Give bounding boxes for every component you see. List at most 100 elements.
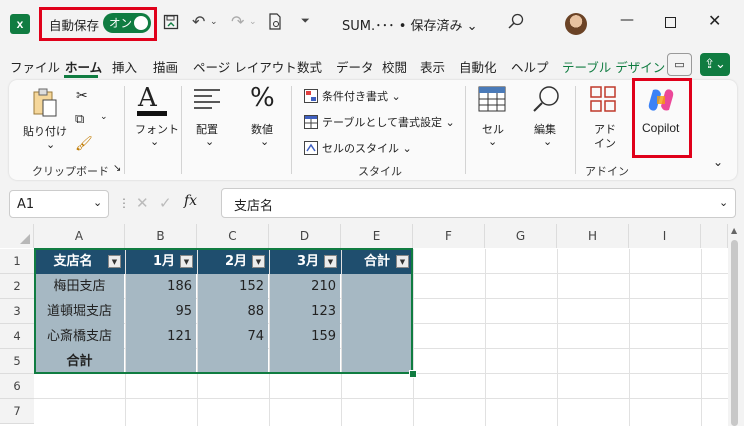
column-header-f[interactable]: F [413, 224, 485, 248]
paste-label: 貼り付け [23, 125, 67, 138]
column-header-i[interactable]: I [629, 224, 701, 248]
share-button[interactable]: ⇪⌄ [700, 53, 730, 76]
format-as-table-icon[interactable] [304, 114, 318, 133]
redo-dropdown-icon[interactable]: ⌄ [249, 17, 257, 27]
paste-icon[interactable] [32, 88, 58, 122]
more-options-icon[interactable]: ⋮ [118, 196, 130, 210]
copy-icon[interactable]: ⧉ [75, 112, 84, 127]
column-header-d[interactable]: D [269, 224, 341, 248]
copilot-label[interactable]: Copilot [642, 121, 679, 135]
clipboard-launcher-icon[interactable]: ↘ [113, 163, 121, 174]
undo-icon[interactable]: ↶ [192, 12, 205, 31]
copy-dropdown-icon[interactable]: ⌄ [100, 112, 108, 122]
minimize-icon[interactable]: — [620, 12, 634, 28]
redo-icon[interactable]: ↷ [231, 12, 244, 31]
column-header-g[interactable]: G [485, 224, 557, 248]
format-as-table-button[interactable]: テーブルとして書式設定 ⌄ [322, 114, 455, 130]
group-styles-label: スタイル [358, 165, 402, 178]
separator [291, 86, 292, 174]
row-header-4[interactable]: 4 [0, 324, 34, 349]
separator [124, 86, 125, 174]
gridline [413, 249, 414, 426]
copilot-icon[interactable] [647, 86, 675, 118]
separator [465, 86, 466, 174]
tab-insert[interactable]: 挿入 [112, 57, 137, 76]
column-header-b[interactable]: B [125, 224, 197, 248]
customize-toolbar-icon[interactable]: ⏷ [301, 14, 310, 28]
maximize-icon[interactable] [665, 16, 676, 32]
row-header-5[interactable]: 5 [0, 349, 34, 374]
conditional-format-icon[interactable] [304, 88, 318, 107]
insert-function-icon[interactable]: fx [184, 193, 197, 209]
name-box-value: A1 [17, 197, 35, 212]
font-dropdown-icon[interactable]: ⌄ [150, 135, 159, 148]
addins-label-2: イン [594, 137, 616, 150]
fill-handle[interactable] [409, 370, 417, 378]
alignment-icon[interactable] [193, 88, 221, 116]
alignment-dropdown-icon[interactable]: ⌄ [205, 135, 214, 148]
user-avatar[interactable] [565, 13, 587, 35]
tab-formulas[interactable]: 数式 [297, 57, 322, 76]
tab-data[interactable]: データ [336, 57, 374, 76]
addins-icon[interactable] [590, 86, 616, 116]
close-icon[interactable]: ✕ [708, 11, 721, 30]
tab-home[interactable]: ホーム [65, 57, 102, 76]
autosave-toggle-label: オン [109, 16, 132, 30]
scroll-up-icon[interactable]: ▲ [731, 226, 737, 235]
row-header-2[interactable]: 2 [0, 274, 34, 299]
cells-icon[interactable] [478, 86, 506, 116]
tab-help[interactable]: ヘルプ [511, 57, 549, 76]
gridline [629, 249, 630, 426]
formula-input[interactable] [221, 188, 736, 218]
tab-automate[interactable]: 自動化 [459, 57, 497, 76]
confirm-entry-icon[interactable]: ✓ [159, 194, 172, 212]
search-icon[interactable] [508, 13, 524, 34]
column-header-a[interactable]: A [34, 224, 125, 248]
column-header-e[interactable]: E [341, 224, 413, 248]
paste-dropdown-icon[interactable]: ⌄ [46, 138, 55, 151]
collapse-ribbon-icon[interactable]: ⌄ [713, 155, 723, 169]
gridline [557, 249, 558, 426]
editing-search-icon[interactable] [532, 85, 560, 117]
tab-view[interactable]: 表示 [420, 57, 445, 76]
cells-dropdown-icon[interactable]: ⌄ [488, 135, 497, 148]
row-header-6[interactable]: 6 [0, 374, 34, 399]
cell-styles-icon[interactable] [304, 140, 318, 159]
print-preview-icon[interactable] [268, 13, 282, 34]
name-box-dropdown-icon[interactable]: ⌄ [93, 196, 102, 209]
tab-review[interactable]: 校閲 [382, 57, 407, 76]
toggle-knob [134, 16, 148, 30]
number-format-icon[interactable]: % [250, 83, 275, 113]
excel-logo-icon: x [10, 14, 30, 34]
separator [575, 86, 576, 174]
conditional-format-button[interactable]: 条件付き書式 ⌄ [322, 88, 401, 104]
active-tab-indicator [64, 75, 98, 78]
row-header-7[interactable]: 7 [0, 399, 34, 424]
comments-button[interactable]: ▭ [667, 53, 692, 76]
cell-styles-button[interactable]: セルのスタイル ⌄ [322, 140, 412, 156]
document-title[interactable]: SUM.･･･ • 保存済み ⌄ [342, 15, 478, 34]
number-dropdown-icon[interactable]: ⌄ [260, 135, 269, 148]
column-header-j[interactable] [701, 224, 728, 248]
row-header-3[interactable]: 3 [0, 299, 34, 324]
cancel-entry-icon[interactable]: ✕ [136, 194, 149, 212]
undo-dropdown-icon[interactable]: ⌄ [210, 17, 218, 27]
group-clipboard-label: クリップボード [32, 165, 109, 178]
expand-formula-icon[interactable]: ⌄ [719, 196, 728, 209]
tab-file[interactable]: ファイル [10, 57, 60, 76]
save-icon[interactable] [163, 14, 179, 34]
autosave-label: 自動保存 [49, 18, 100, 33]
row-header-1[interactable]: 1 [0, 249, 34, 274]
column-header-c[interactable]: C [197, 224, 269, 248]
select-all-corner[interactable] [0, 224, 34, 248]
cut-icon[interactable]: ✂ [76, 88, 88, 104]
tab-table-design[interactable]: テーブル デザイン [562, 57, 665, 76]
scrollbar-thumb[interactable] [731, 240, 738, 426]
editing-dropdown-icon[interactable]: ⌄ [543, 135, 552, 148]
font-icon[interactable]: A [138, 83, 157, 113]
format-painter-icon[interactable]: 🖌 [75, 136, 93, 152]
tab-page-layout[interactable]: ページ レイアウト [193, 57, 297, 76]
group-addins-label: アドイン [585, 165, 629, 178]
column-header-h[interactable]: H [557, 224, 629, 248]
tab-draw[interactable]: 描画 [153, 57, 178, 76]
